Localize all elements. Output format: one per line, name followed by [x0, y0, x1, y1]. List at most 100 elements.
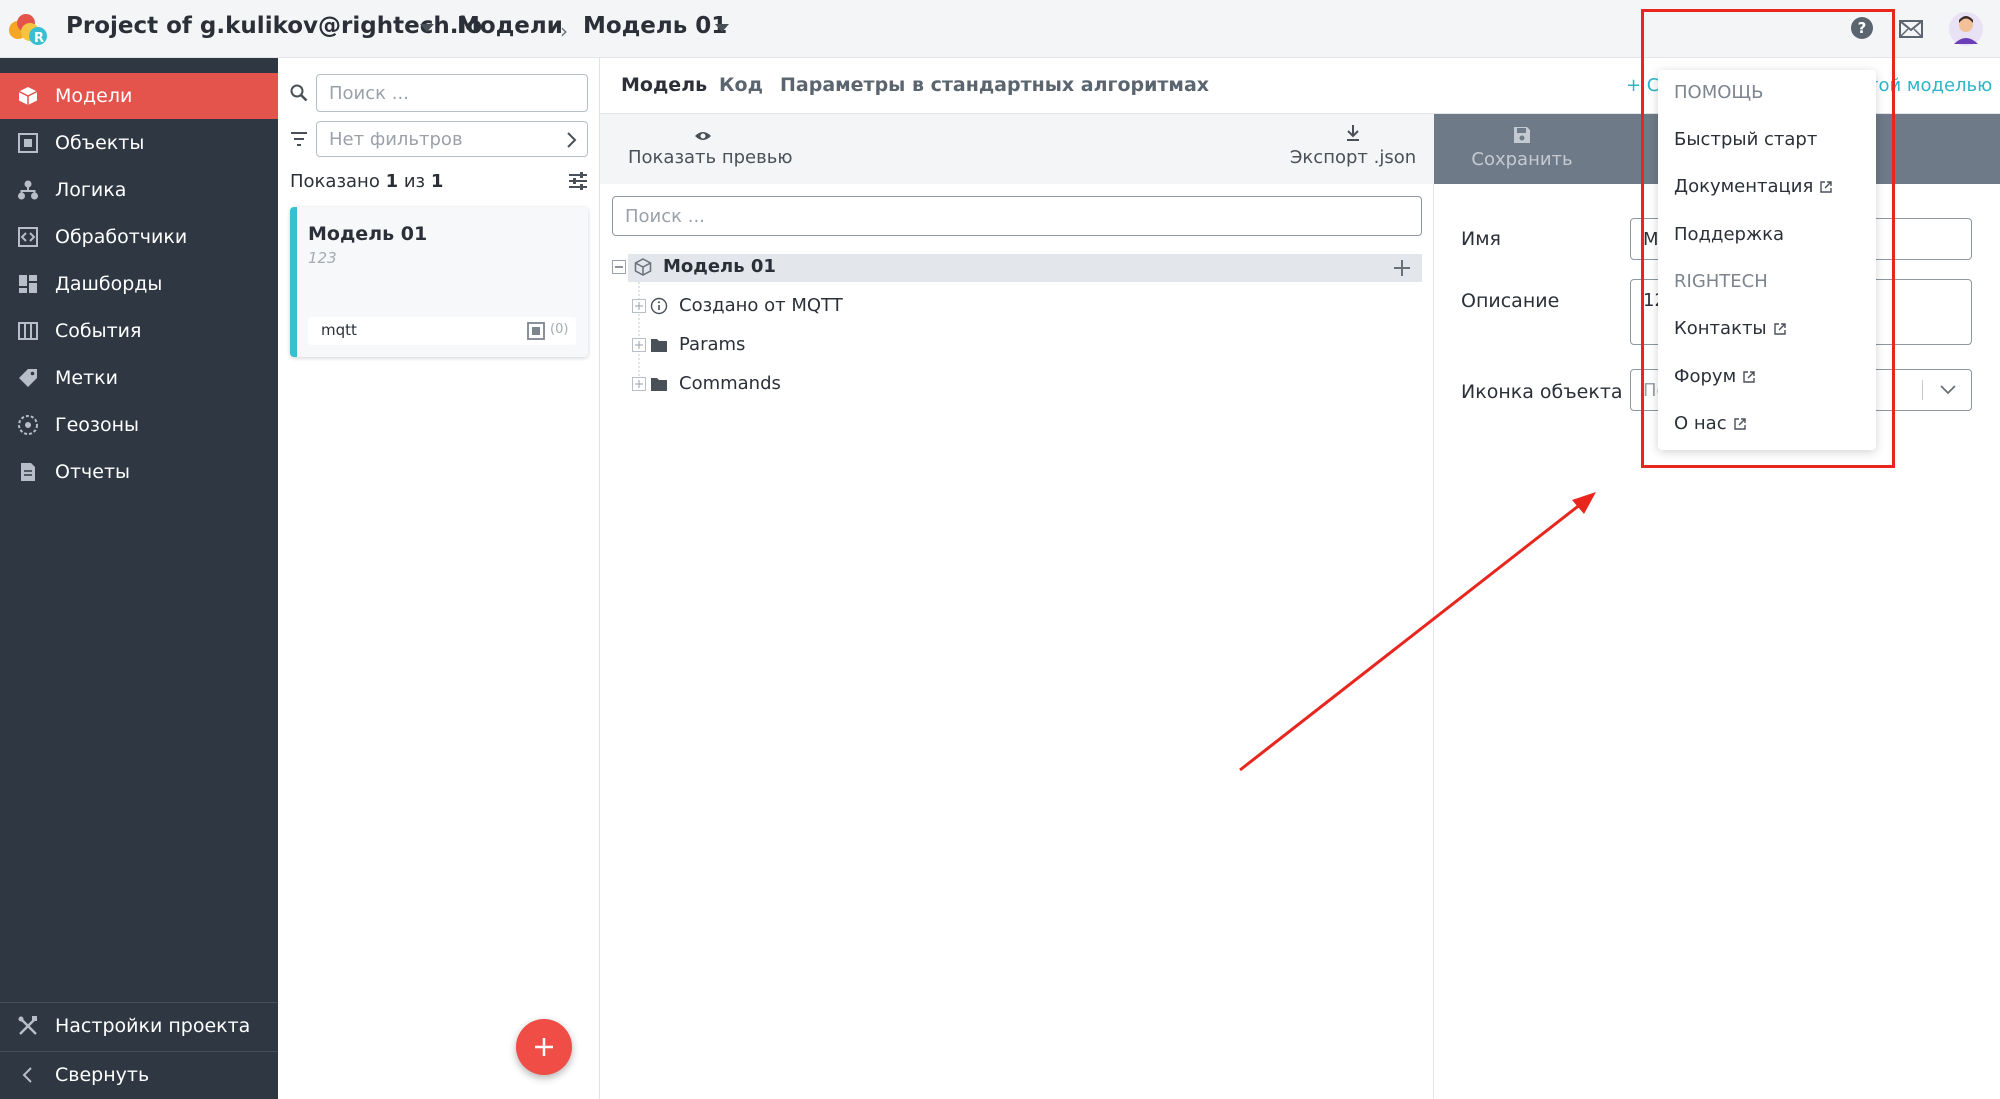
export-json-label: Экспорт .json [1289, 147, 1417, 168]
tab-model[interactable]: Модель [621, 74, 707, 96]
square-icon [15, 130, 41, 156]
save-label: Сохранить [1471, 149, 1573, 170]
tree-toolbar: Показать превью Экспорт .json [600, 114, 1434, 184]
tag-icon [15, 365, 41, 391]
sidebar-item-label: Модели [55, 85, 133, 107]
tree-node-label: Params [679, 334, 746, 355]
protocol-tag: mqtt [321, 321, 357, 339]
tree-search-input[interactable]: Поиск ... [612, 196, 1422, 236]
tree-node-commands[interactable]: Commands [632, 373, 781, 394]
expand-icon[interactable] [632, 337, 646, 352]
tree-node-label: Commands [679, 373, 781, 394]
tab-code[interactable]: Код [719, 74, 763, 96]
sidebar-item-label: События [55, 320, 142, 342]
svg-text:R: R [34, 31, 44, 46]
collapse-icon[interactable] [612, 259, 626, 274]
sidebar-item-label: Геозоны [55, 414, 140, 436]
shown-of: из [403, 171, 426, 192]
sidebar-item-label: Отчеты [55, 461, 131, 483]
collapse-sidebar-button[interactable]: Свернуть [0, 1052, 278, 1098]
geozone-icon [15, 412, 41, 438]
expand-icon[interactable] [632, 298, 646, 313]
sidebar-item-objects[interactable]: Объекты [0, 120, 278, 166]
plus-icon [535, 1038, 553, 1056]
folder-icon [651, 338, 667, 352]
sidebar-item-reports[interactable]: Отчеты [0, 449, 278, 495]
show-preview-button[interactable]: Показать превью [628, 126, 793, 168]
shown-total-value: 1 [430, 171, 444, 192]
model-caret-icon[interactable] [715, 24, 729, 32]
mail-icon[interactable] [1899, 20, 1923, 38]
sidebar-item-label: Объекты [55, 132, 145, 154]
info-icon [650, 297, 668, 314]
document-icon [15, 459, 41, 485]
tools-icon [15, 1013, 41, 1039]
sidebar: Модели Объекты Логика Обработчики Дашбор… [0, 58, 278, 1099]
project-caret-icon[interactable] [420, 24, 434, 32]
code-icon [15, 224, 41, 250]
annotation-highlight-box [1641, 9, 1895, 468]
shown-prefix: Показано [290, 171, 380, 192]
chevron-left-icon [15, 1062, 41, 1088]
model-card-footer: mqtt (0) [308, 317, 576, 345]
annotation-arrow [1239, 492, 1596, 772]
rightech-logo[interactable]: R [6, 10, 52, 48]
user-avatar[interactable] [1948, 10, 1984, 48]
breadcrumb-chevron-icon: › [560, 19, 568, 43]
sidebar-item-label: Дашборды [55, 273, 163, 295]
sidebar-item-models[interactable]: Модели [0, 73, 278, 119]
export-json-button[interactable]: Экспорт .json [1288, 124, 1418, 168]
collapse-label: Свернуть [55, 1064, 150, 1086]
sidebar-item-dashboards[interactable]: Дашборды [0, 261, 278, 307]
filter-input[interactable]: Нет фильтров [316, 121, 588, 157]
sidebar-item-logic[interactable]: Логика [0, 167, 278, 213]
breadcrumb-model[interactable]: Модель 01 [583, 13, 727, 39]
tree-node-params[interactable]: Params [632, 334, 745, 355]
filter-icon [291, 132, 307, 146]
object-count: (0) [550, 322, 569, 337]
sidebar-item-tags[interactable]: Метки [0, 355, 278, 401]
save-icon [1514, 127, 1530, 143]
sidebar-item-handlers[interactable]: Обработчики [0, 214, 278, 260]
tree-root-label: Модель 01 [663, 256, 776, 277]
sidebar-item-geozones[interactable]: Геозоны [0, 402, 278, 448]
shown-count-value: 1 [385, 171, 399, 192]
add-model-button[interactable] [516, 1019, 572, 1075]
tab-algorithm-params[interactable]: Параметры в стандартных алгоритмах [780, 74, 1209, 96]
chevron-down-icon[interactable] [1939, 384, 1957, 396]
model-card-subtitle: 123 [308, 249, 337, 267]
description-label: Описание [1461, 290, 1560, 312]
cube-icon [15, 83, 41, 109]
tree-root-node[interactable]: Модель 01 [612, 256, 776, 277]
project-settings-label: Настройки проекта [55, 1015, 251, 1037]
model-card[interactable]: Модель 01 123 mqtt (0) [290, 207, 588, 357]
sidebar-item-label: Обработчики [55, 226, 188, 248]
model-card-title: Модель 01 [308, 223, 428, 245]
model-search-input[interactable]: Поиск ... [316, 74, 588, 112]
expand-icon[interactable] [632, 376, 646, 391]
sidebar-item-label: Метки [55, 367, 118, 389]
add-node-icon[interactable] [1393, 259, 1411, 277]
hierarchy-icon [15, 177, 41, 203]
name-label: Имя [1461, 228, 1501, 250]
tree-node-mqtt-info[interactable]: Создано от MQTT [632, 295, 843, 316]
eye-icon [695, 132, 711, 140]
show-preview-label: Показать превью [628, 147, 793, 168]
project-settings-button[interactable]: Настройки проекта [0, 1003, 278, 1049]
filter-placeholder: Нет фильтров [329, 128, 463, 150]
tree-node-label: Создано от MQTT [679, 295, 843, 316]
columns-icon [15, 318, 41, 344]
chevron-right-icon [567, 132, 577, 148]
sliders-icon[interactable] [568, 172, 588, 190]
object-icon-label: Иконка объекта [1461, 381, 1623, 403]
sidebar-item-events[interactable]: События [0, 308, 278, 354]
cube-icon [634, 257, 652, 276]
sidebar-item-label: Логика [55, 179, 127, 201]
dashboard-icon [15, 271, 41, 297]
breadcrumb-models[interactable]: Модели [457, 13, 563, 39]
folder-icon [651, 377, 667, 391]
search-icon [290, 84, 308, 102]
select-divider [1922, 380, 1923, 400]
download-icon [1347, 125, 1359, 141]
save-button[interactable]: Сохранить [1462, 126, 1582, 170]
